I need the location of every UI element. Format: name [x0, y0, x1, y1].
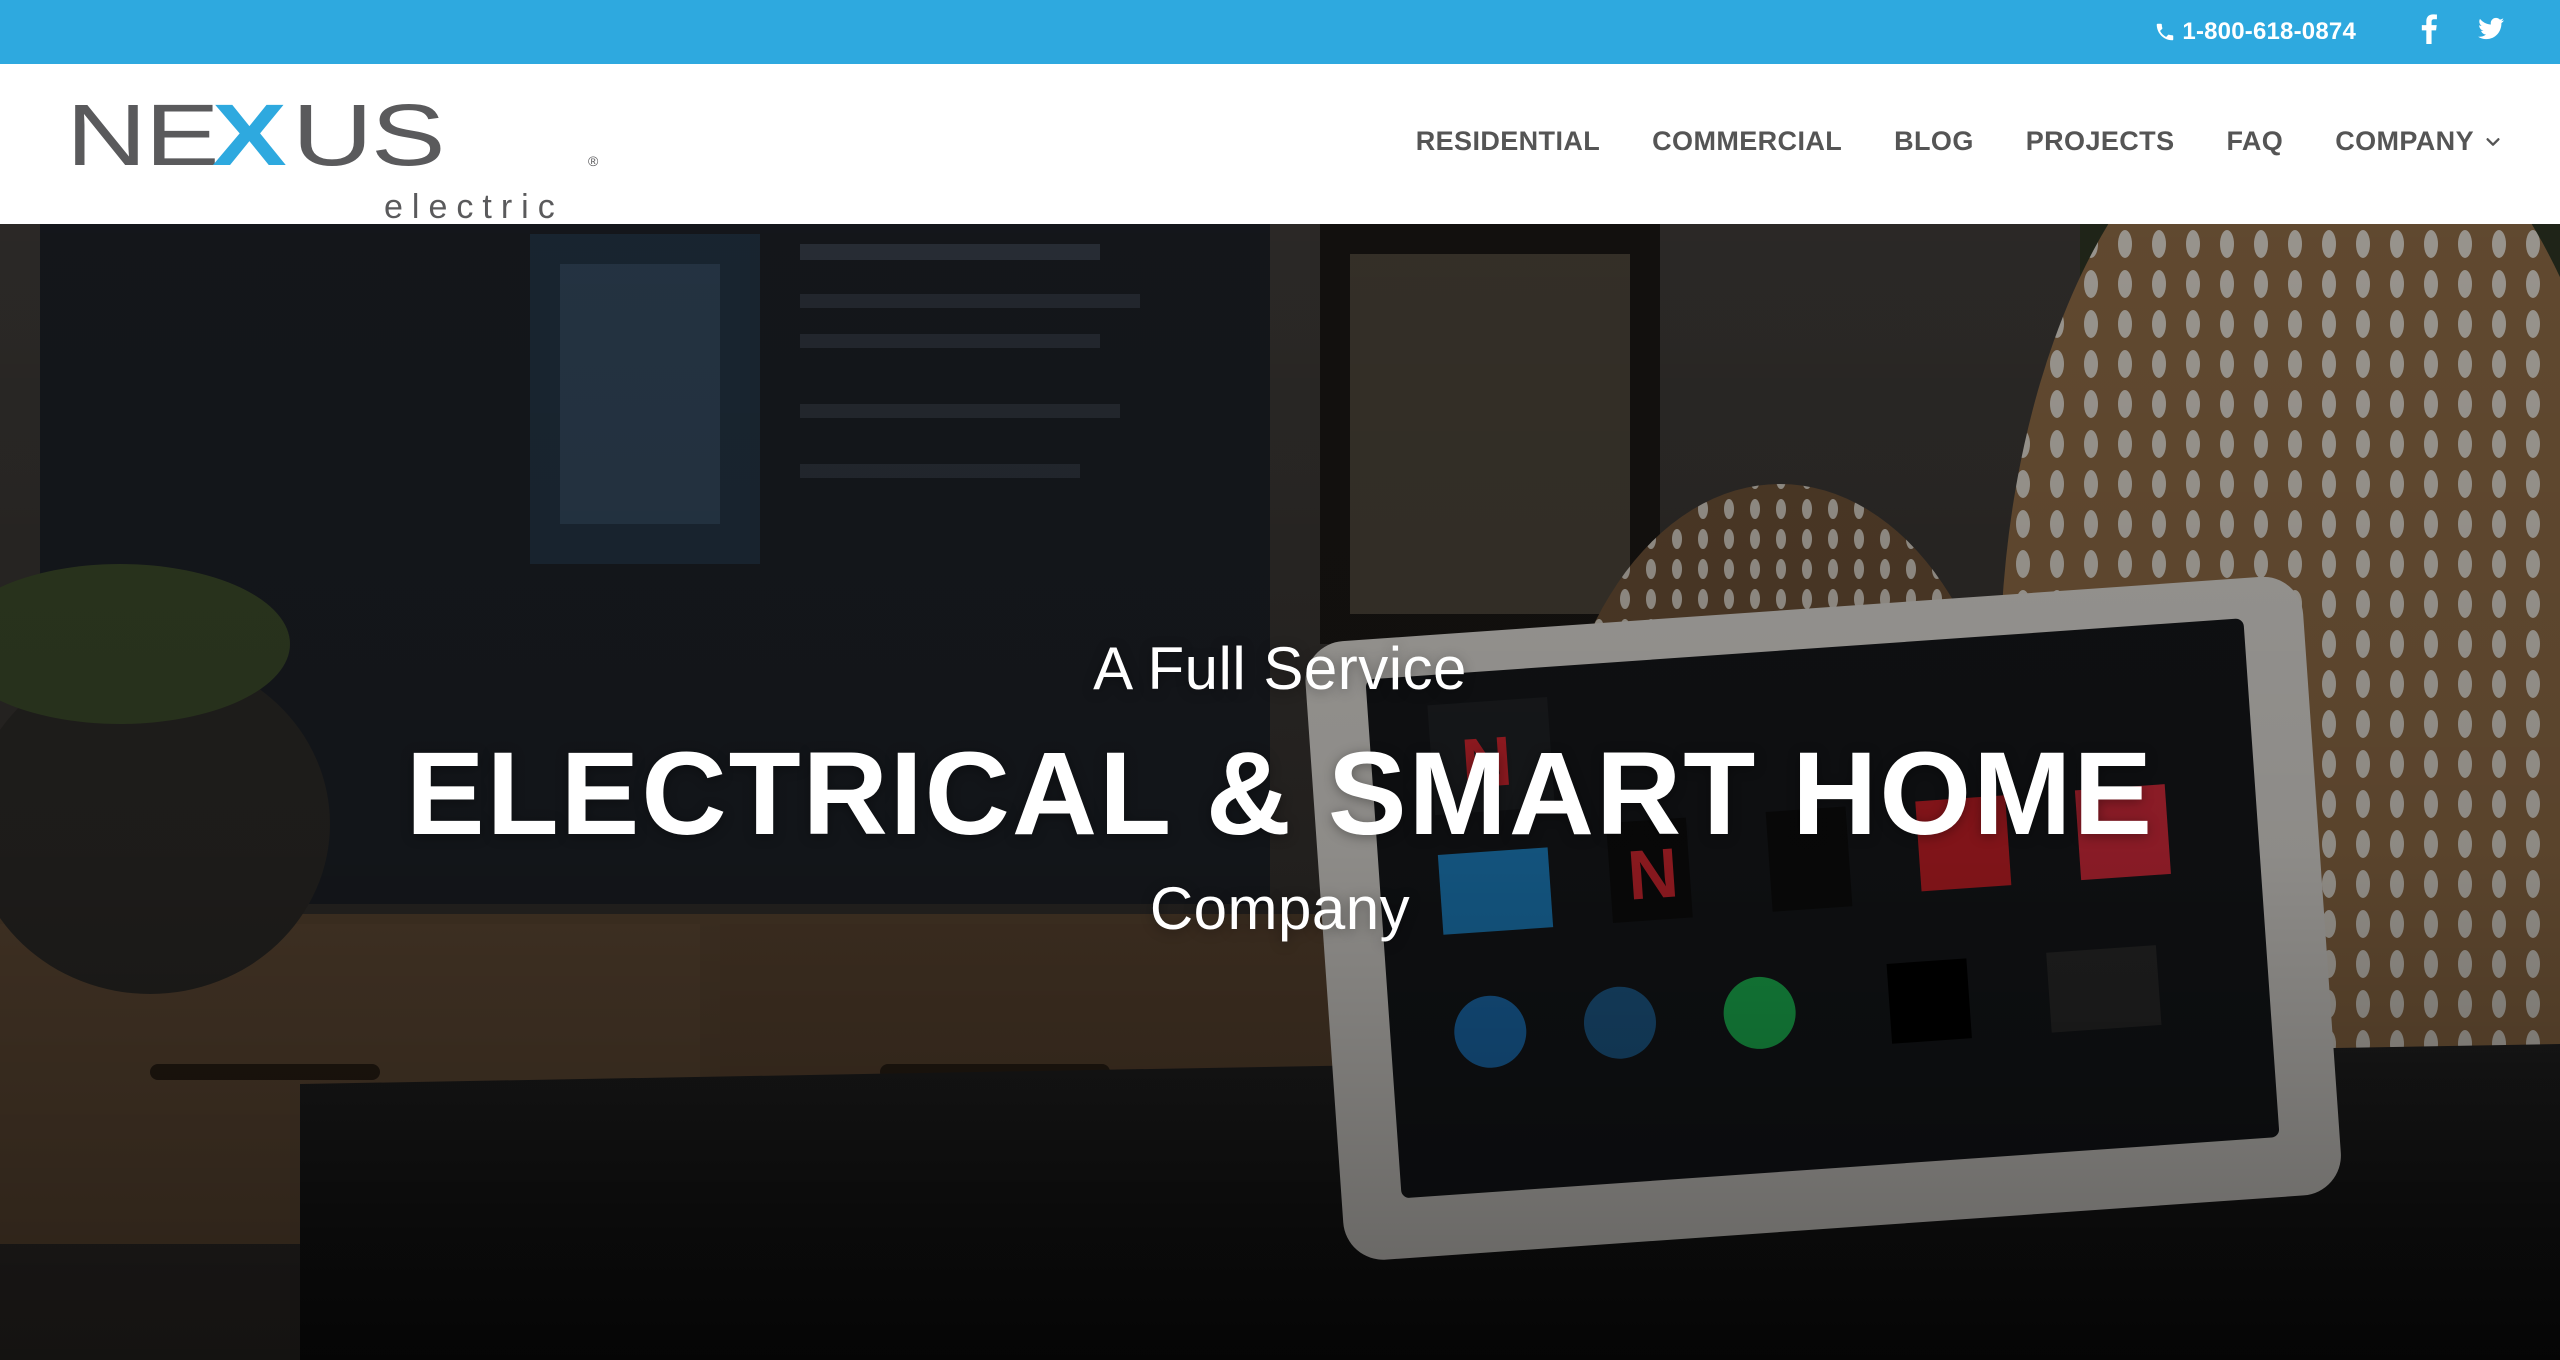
logo-x: X	[212, 87, 287, 184]
chevron-down-icon	[2486, 137, 2500, 146]
social-links	[2416, 14, 2504, 44]
main-nav: RESIDENTIAL COMMERCIAL BLOG PROJECTS FAQ…	[1416, 126, 2502, 157]
phone-number: 1-800-618-0874	[2182, 18, 2356, 45]
nav-projects[interactable]: PROJECTS	[2026, 126, 2175, 157]
facebook-icon[interactable]	[2416, 14, 2442, 44]
nav-company[interactable]: COMPANY	[2335, 126, 2502, 157]
logo-tagline: electric	[384, 188, 564, 226]
top-bar: 1-800-618-0874	[0, 0, 2560, 64]
twitter-icon[interactable]	[2478, 14, 2504, 44]
phone-icon	[2157, 23, 2174, 41]
logo-ne: NE	[66, 87, 218, 184]
hero-pretitle: A Full Service	[1093, 635, 1467, 702]
nav-faq[interactable]: FAQ	[2226, 126, 2283, 157]
hero-section: N N A Full Service ELECTRICAL & SMART HO…	[0, 224, 2560, 1360]
nav-commercial[interactable]: COMMERCIAL	[1652, 126, 1842, 157]
nav-blog[interactable]: BLOG	[1894, 126, 1974, 157]
nav-residential[interactable]: RESIDENTIAL	[1416, 126, 1600, 157]
site-header: NE X US ® electric RESIDENTIAL COMMERCIA…	[0, 64, 2560, 226]
phone-link[interactable]: 1-800-618-0874	[2154, 18, 2356, 46]
logo-us: US	[292, 87, 444, 184]
logo-registered: ®	[588, 153, 599, 169]
hero-subtitle: Company	[1149, 875, 1411, 942]
hero-title: ELECTRICAL & SMART HOME	[405, 728, 2155, 860]
